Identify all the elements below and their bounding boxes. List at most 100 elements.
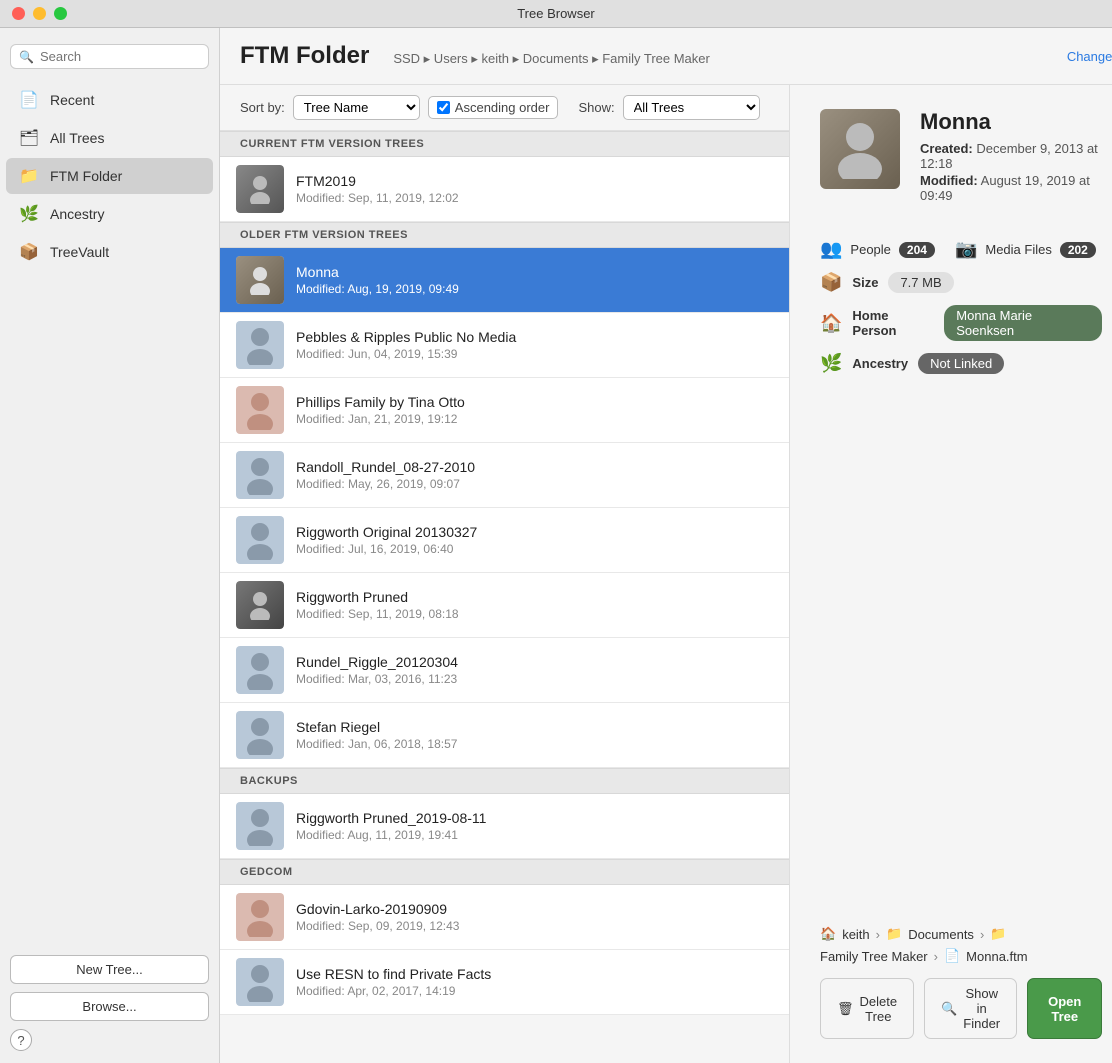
people-count: 204 (899, 242, 935, 258)
tree-item-phillips[interactable]: Phillips Family by Tina Otto Modified: J… (220, 378, 789, 443)
file-path-home: keith (842, 927, 869, 942)
folder-path: SSD ▸ Users ▸ keith ▸ Documents ▸ Family… (393, 51, 710, 67)
tree-item-riggworth-backup[interactable]: Riggworth Pruned_2019-08-11 Modified: Au… (220, 794, 789, 859)
tree-item-name-ftm2019: FTM2019 (296, 173, 773, 189)
sort-by-select[interactable]: Tree Name Date Modified Size (293, 95, 420, 120)
middle-section: Sort by: Tree Name Date Modified Size As… (220, 85, 1112, 1063)
tree-item-info-pebbles: Pebbles & Ripples Public No Media Modifi… (296, 329, 773, 361)
tree-item-info-riggworth-orig: Riggworth Original 20130327 Modified: Ju… (296, 524, 773, 556)
tree-item-modified-rundel: Modified: Mar, 03, 2016, 11:23 (296, 672, 773, 686)
sidebar-item-ftm-folder[interactable]: 📁 FTM Folder (6, 158, 213, 194)
close-button[interactable] (12, 7, 25, 20)
tree-item-info-stefan: Stefan Riegel Modified: Jan, 06, 2018, 1… (296, 719, 773, 751)
finder-icon: 🔍 (941, 1001, 957, 1017)
sidebar-item-label-recent: Recent (50, 92, 94, 108)
tree-item-modified-phillips: Modified: Jan, 21, 2019, 19:12 (296, 412, 773, 426)
file-path: 🏠 keith › 📁 Documents › 📁 Family Tree Ma… (820, 926, 1102, 964)
sidebar-item-all-trees[interactable]: 🗂 All Trees (6, 120, 213, 156)
sidebar-item-ancestry[interactable]: 🌿 Ancestry (6, 196, 213, 232)
ancestry-detail-icon: 🌿 (820, 353, 842, 374)
tree-item-info-rundel: Rundel_Riggle_20120304 Modified: Mar, 03… (296, 654, 773, 686)
sidebar: 🔍 📄 Recent 🗂 All Trees 📁 FTM Folder 🌿 An… (0, 28, 220, 1063)
person-icon-rundel (244, 650, 276, 690)
ancestry-detail-value: Not Linked (918, 353, 1004, 374)
sidebar-item-treevault[interactable]: 📦 TreeVault (6, 234, 213, 270)
tree-item-randoll[interactable]: Randoll_Rundel_08-27-2010 Modified: May,… (220, 443, 789, 508)
tree-thumb-randoll (236, 451, 284, 499)
tree-item-riggworth-pruned[interactable]: Riggworth Pruned Modified: Sep, 11, 2019… (220, 573, 789, 638)
help-button[interactable]: ? (10, 1029, 32, 1051)
tree-item-pebbles[interactable]: Pebbles & Ripples Public No Media Modifi… (220, 313, 789, 378)
sidebar-bottom: New Tree... Browse... ? (0, 943, 219, 1063)
search-icon: 🔍 (19, 50, 34, 64)
trash-icon: 🗑 (837, 1001, 854, 1017)
tree-item-monna[interactable]: Monna Modified: Aug, 19, 2019, 09:49 (220, 248, 789, 313)
person-icon-gdovin (244, 897, 276, 937)
ascending-checkbox-label[interactable]: Ascending order (428, 96, 559, 119)
maximize-button[interactable] (54, 7, 67, 20)
tree-item-riggworth-orig[interactable]: Riggworth Original 20130327 Modified: Ju… (220, 508, 789, 573)
tree-item-name-resn: Use RESN to find Private Facts (296, 966, 773, 982)
people-label: People (850, 242, 890, 257)
tree-item-name-riggworth-pruned: Riggworth Pruned (296, 589, 773, 605)
tree-item-rundel[interactable]: Rundel_Riggle_20120304 Modified: Mar, 03… (220, 638, 789, 703)
size-value: 7.7 MB (888, 272, 953, 293)
detail-photo (820, 109, 900, 189)
path-arrow-1: › (876, 927, 880, 942)
tree-item-info-gdovin: Gdovin-Larko-20190909 Modified: Sep, 09,… (296, 901, 773, 933)
detail-ancestry-row: 🌿 Ancestry Not Linked (820, 353, 1102, 374)
person-icon-resn (244, 962, 276, 1002)
ftm-folder-icon: 📁 (18, 165, 40, 187)
detail-pane: Monna Created: December 9, 2013 at 12:18… (790, 85, 1112, 1063)
home-person-icon: 🏠 (820, 313, 842, 334)
person-icon-phillips (244, 390, 276, 430)
sort-bar: Sort by: Tree Name Date Modified Size As… (220, 85, 789, 131)
ascending-checkbox[interactable] (437, 101, 450, 114)
sort-by-label: Sort by: (240, 100, 285, 115)
tree-item-info-riggworth-pruned: Riggworth Pruned Modified: Sep, 11, 2019… (296, 589, 773, 621)
show-in-finder-button[interactable]: 🔍 Show in Finder (924, 978, 1017, 1039)
delete-tree-label: Delete Tree (860, 994, 898, 1024)
treevault-icon: 📦 (18, 241, 40, 263)
stat-people: 👥 People 204 (820, 239, 935, 260)
detail-header: Monna Created: December 9, 2013 at 12:18… (820, 109, 1102, 205)
person-icon-stefan (244, 715, 276, 755)
minimize-button[interactable] (33, 7, 46, 20)
app-body: 🔍 📄 Recent 🗂 All Trees 📁 FTM Folder 🌿 An… (0, 28, 1112, 1063)
tree-list[interactable]: CURRENT FTM VERSION TREES (220, 131, 789, 1063)
show-select[interactable]: All Trees Current Version Older Version (623, 95, 760, 120)
detail-spacer (820, 374, 1102, 926)
browse-button[interactable]: Browse... (10, 992, 209, 1021)
sidebar-item-label-treevault: TreeVault (50, 244, 109, 260)
window-title: Tree Browser (517, 6, 595, 21)
tree-item-modified-ftm2019: Modified: Sep, 11, 2019, 12:02 (296, 191, 773, 205)
detail-size-row: 📦 Size 7.7 MB (820, 272, 1102, 293)
window-controls (12, 7, 67, 20)
delete-tree-button[interactable]: 🗑 Delete Tree (820, 978, 914, 1039)
show-in-finder-label: Show in Finder (963, 986, 1000, 1031)
tree-item-modified-pebbles: Modified: Jun, 04, 2019, 15:39 (296, 347, 773, 361)
path-arrow-2: › (980, 927, 984, 942)
tree-item-info-resn: Use RESN to find Private Facts Modified:… (296, 966, 773, 998)
new-tree-button[interactable]: New Tree... (10, 955, 209, 984)
search-bar[interactable]: 🔍 (10, 44, 209, 69)
detail-modified-label: Modified: (920, 173, 978, 188)
tree-item-resn[interactable]: Use RESN to find Private Facts Modified:… (220, 950, 789, 1015)
media-label: Media Files (985, 242, 1051, 257)
open-tree-button[interactable]: Open Tree (1027, 978, 1102, 1039)
sidebar-item-recent[interactable]: 📄 Recent (6, 82, 213, 118)
size-icon: 📦 (820, 272, 842, 293)
search-input[interactable] (40, 49, 216, 64)
detail-photo-person-icon (835, 119, 885, 179)
change-button[interactable]: Change (1067, 49, 1112, 64)
person-icon-riggworth-orig (244, 520, 276, 560)
tree-item-gdovin[interactable]: Gdovin-Larko-20190909 Modified: Sep, 09,… (220, 885, 789, 950)
tree-item-stefan[interactable]: Stefan Riegel Modified: Jan, 06, 2018, 1… (220, 703, 789, 768)
tree-item-ftm2019[interactable]: FTM2019 Modified: Sep, 11, 2019, 12:02 (220, 157, 789, 222)
tree-item-modified-riggworth-backup: Modified: Aug, 11, 2019, 19:41 (296, 828, 773, 842)
tree-thumb-gdovin (236, 893, 284, 941)
tree-item-modified-randoll: Modified: May, 26, 2019, 09:07 (296, 477, 773, 491)
tree-item-name-gdovin: Gdovin-Larko-20190909 (296, 901, 773, 917)
person-silhouette-icon (248, 174, 272, 204)
tree-list-pane: Sort by: Tree Name Date Modified Size As… (220, 85, 790, 1063)
